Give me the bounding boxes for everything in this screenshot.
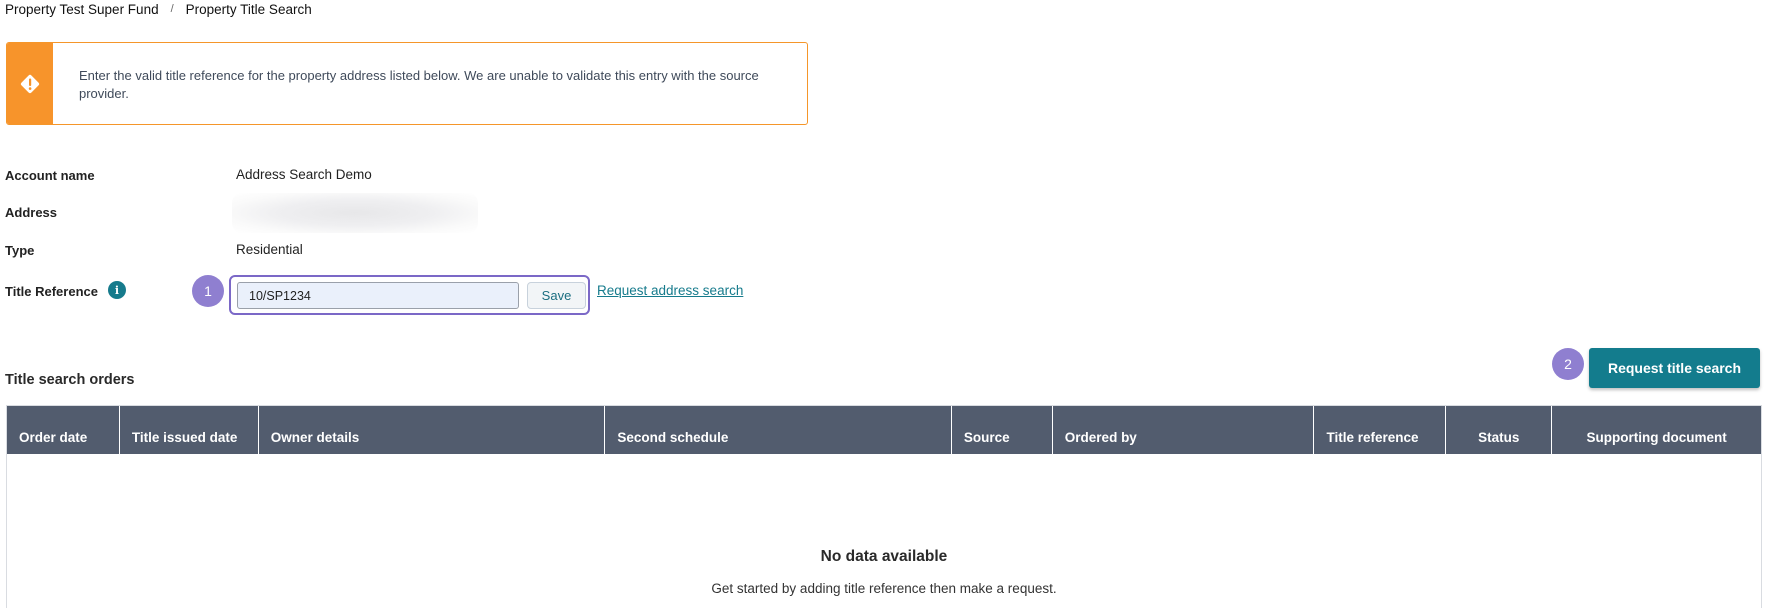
step-badge-2: 2 [1552, 348, 1584, 380]
type-value: Residential [236, 242, 303, 257]
title-reference-input[interactable] [237, 282, 519, 309]
column-header-source[interactable]: Source [952, 406, 1053, 454]
step-badge-1: 1 [192, 275, 224, 307]
info-icon[interactable]: i [108, 281, 126, 299]
table-header: Order date Title issued date Owner detai… [7, 406, 1761, 454]
address-label: Address [5, 205, 58, 220]
breadcrumb-item-current: Property Title Search [185, 1, 312, 17]
account-name-label: Account name [5, 168, 95, 183]
type-label: Type [5, 243, 35, 258]
column-header-title-issued-date[interactable]: Title issued date [120, 406, 259, 454]
title-search-orders-table: Order date Title issued date Owner detai… [6, 405, 1762, 608]
breadcrumb-item-fund[interactable]: Property Test Super Fund [5, 2, 159, 17]
column-header-ordered-by[interactable]: Ordered by [1053, 406, 1315, 454]
section-title: Title search orders [5, 372, 135, 388]
alert-message: Enter the valid title reference for the … [79, 68, 759, 101]
account-name-value: Address Search Demo [236, 167, 372, 182]
request-title-search-button[interactable]: Request title search [1589, 348, 1760, 388]
title-reference-group: Save [229, 275, 590, 315]
column-header-second-schedule[interactable]: Second schedule [605, 406, 952, 454]
column-header-owner-details[interactable]: Owner details [259, 406, 606, 454]
alert-icon-bar [7, 43, 53, 124]
warning-alert: Enter the valid title reference for the … [6, 42, 808, 125]
breadcrumb: Property Test Super Fund / Property Titl… [5, 0, 312, 18]
save-button[interactable]: Save [527, 282, 586, 309]
column-header-order-date[interactable]: Order date [7, 406, 120, 454]
address-value-redacted [232, 193, 478, 233]
empty-state-subtitle: Get started by adding title reference th… [711, 581, 1057, 596]
column-header-supporting-document[interactable]: Supporting document [1552, 406, 1761, 454]
warning-diamond-icon [20, 74, 40, 93]
breadcrumb-separator: / [170, 3, 174, 15]
column-header-status[interactable]: Status [1446, 406, 1553, 454]
request-address-search-link[interactable]: Request address search [597, 283, 743, 298]
column-header-title-reference[interactable]: Title reference [1314, 406, 1447, 454]
title-reference-label: Title Reference [5, 284, 98, 299]
empty-state-title: No data available [820, 548, 948, 565]
